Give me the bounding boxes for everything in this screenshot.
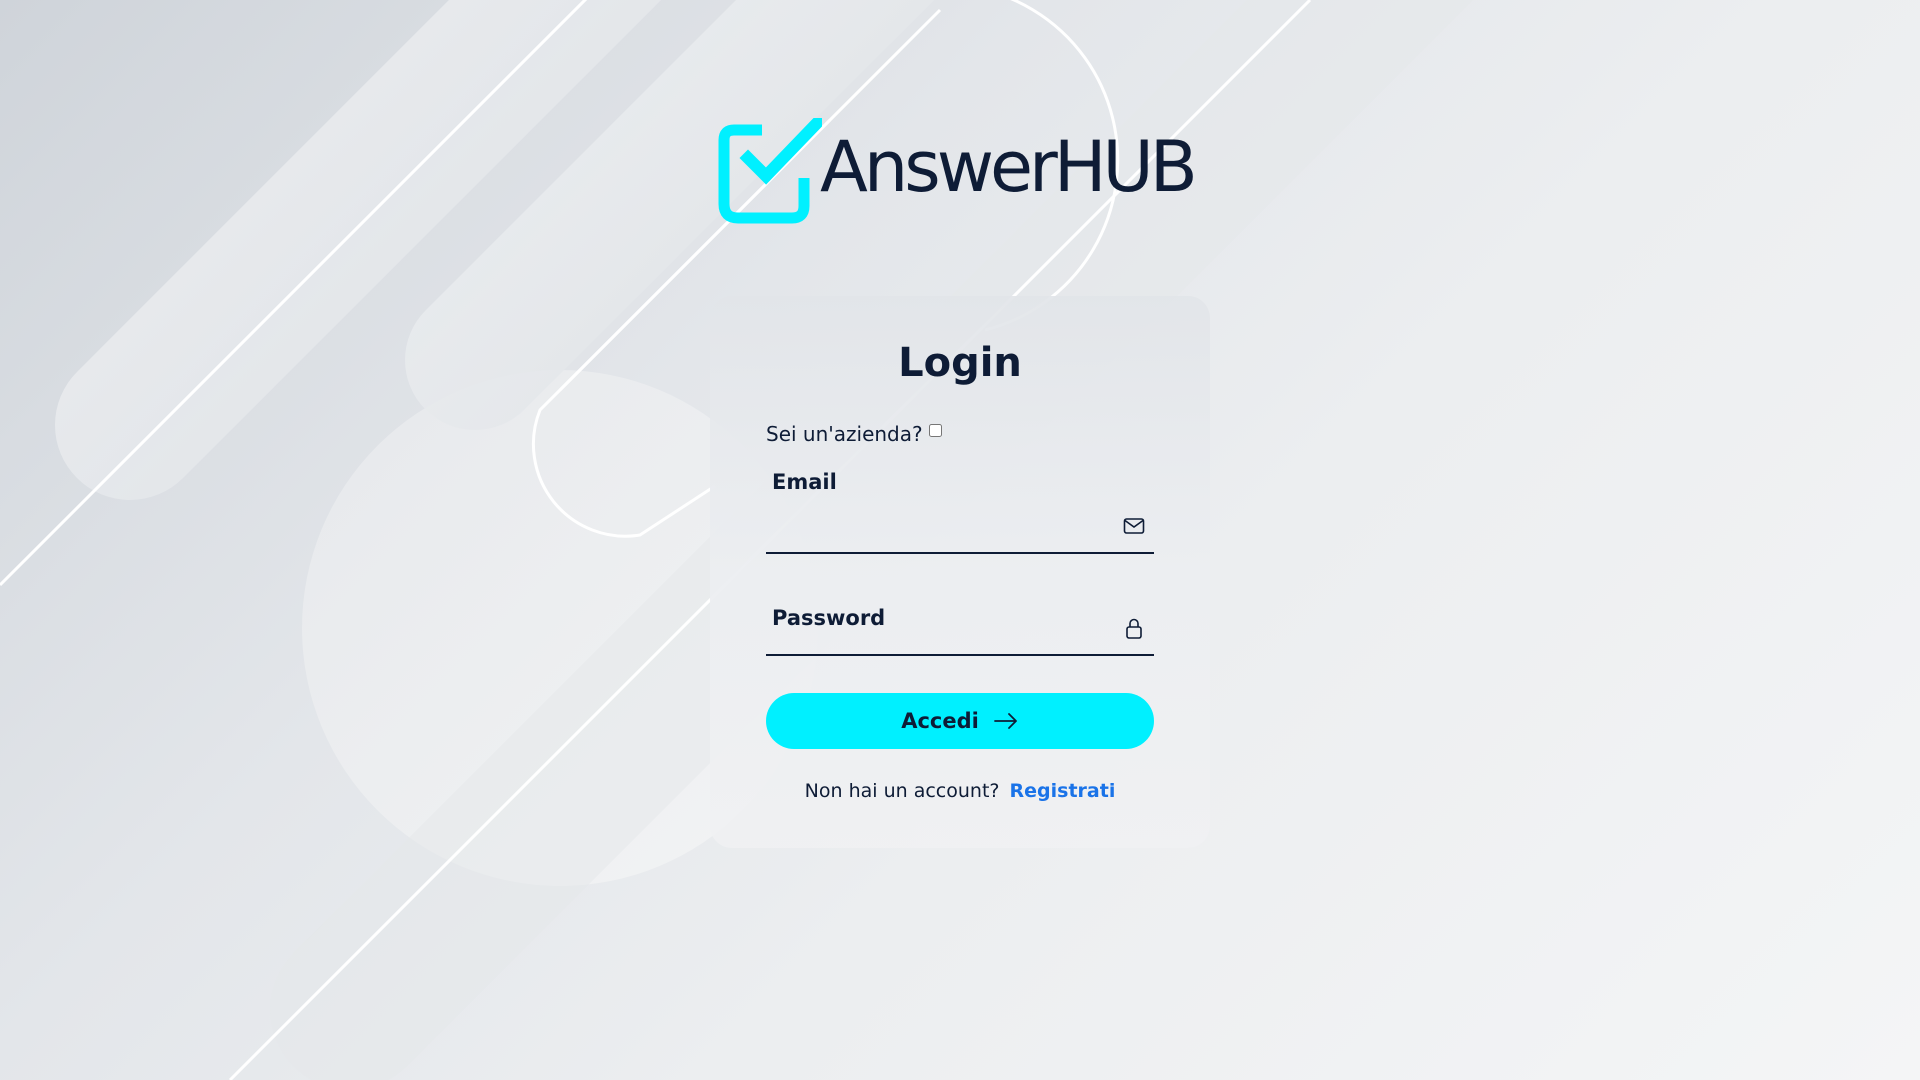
page-title: Login xyxy=(898,340,1022,386)
email-field-group: Email xyxy=(766,466,1154,554)
signup-row: Non hai un account? Registrati xyxy=(0,780,1920,802)
lock-icon xyxy=(1126,618,1142,639)
company-toggle-row: Sei un'azienda? xyxy=(766,422,942,446)
login-button-label: Accedi xyxy=(901,709,979,733)
password-input[interactable] xyxy=(772,618,1116,650)
email-label: Email xyxy=(772,470,837,494)
login-button[interactable]: Accedi xyxy=(766,693,1154,749)
register-link[interactable]: Registrati xyxy=(1010,780,1116,802)
company-question-label: Sei un'azienda? xyxy=(766,422,923,446)
password-field-group: Password xyxy=(766,602,1154,656)
signup-prompt: Non hai un account? xyxy=(804,780,1000,802)
company-checkbox[interactable] xyxy=(928,423,942,437)
envelope-icon xyxy=(1123,518,1145,534)
arrow-right-icon xyxy=(993,713,1017,729)
brand-name: AnswerHUB xyxy=(820,126,1198,208)
brand-logo: AnswerHUB xyxy=(718,118,1198,228)
email-input[interactable] xyxy=(772,516,1116,548)
checkbox-check-icon xyxy=(718,118,822,224)
